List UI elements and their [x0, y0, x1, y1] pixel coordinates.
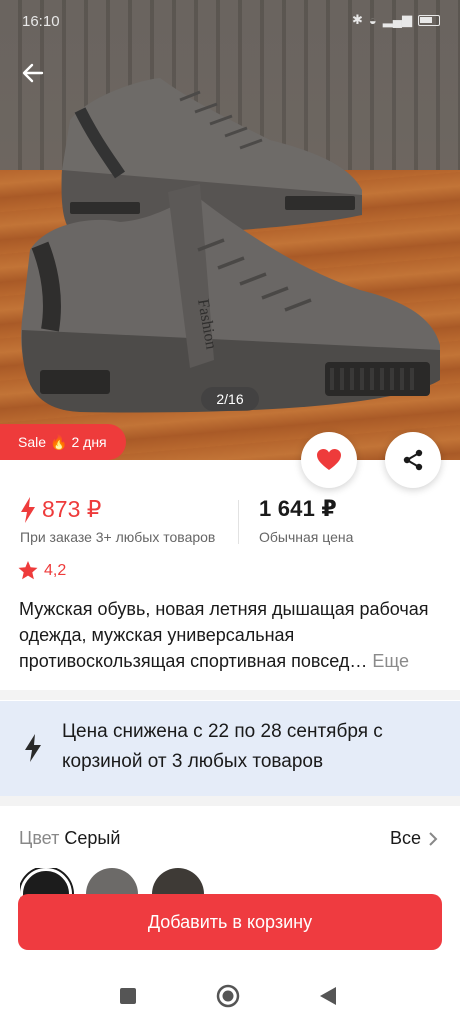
image-pager: 2/16	[201, 387, 259, 411]
bulk-price-caption: При заказе 3+ любых товаров	[20, 529, 216, 545]
promo-text: Цена снижена с 22 по 28 сентября с корзи…	[62, 721, 383, 772]
battery-icon	[418, 14, 440, 26]
fire-icon: 🔥	[50, 433, 68, 450]
add-to-cart-button[interactable]: Добавить в корзину	[18, 894, 442, 950]
sale-badge: Sale 🔥 2 дня	[0, 424, 126, 460]
status-bar: 16:10 ✱ ◒ ▂▄▆	[0, 0, 460, 44]
all-colors-link[interactable]: Все	[390, 828, 438, 849]
section-divider	[0, 690, 460, 700]
status-time: 16:10	[22, 13, 60, 30]
selected-color: Серый	[64, 828, 121, 848]
nav-square-icon	[120, 988, 136, 1004]
heart-icon	[317, 449, 341, 470]
nav-back-button[interactable]	[316, 984, 340, 1008]
color-label: Цвет Серый	[19, 828, 120, 849]
bluetooth-icon: ✱	[352, 12, 363, 27]
regular-price-block: 1 641 ₽ Обычная цена	[259, 496, 353, 545]
color-selector-header: Цвет Серый Все	[0, 822, 460, 852]
sale-duration: 2 дня	[71, 434, 107, 450]
sale-label: Sale	[18, 434, 47, 450]
rating[interactable]: 4,2	[18, 561, 66, 580]
share-icon	[403, 449, 423, 471]
star-icon	[18, 561, 38, 580]
regular-price-caption: Обычная цена	[259, 529, 354, 545]
system-nav-bar	[0, 968, 460, 1024]
color-label-text: Цвет	[19, 828, 60, 848]
nav-recents-button[interactable]	[116, 984, 140, 1008]
product-title-text: Мужская обувь, новая летняя дышащая рабо…	[19, 599, 429, 671]
price-section: 873 ₽ При заказе 3+ любых товаров 1 641 …	[0, 496, 460, 550]
bulk-price-block: 873 ₽ При заказе 3+ любых товаров	[20, 496, 215, 545]
wifi-icon: ◒	[368, 12, 377, 28]
price-divider	[238, 500, 239, 544]
bulk-price: 873 ₽	[42, 496, 102, 522]
product-title[interactable]: Мужская обувь, новая летняя дышащая рабо…	[19, 596, 439, 674]
lightning-icon	[25, 734, 41, 762]
nav-back-icon	[320, 987, 336, 1005]
back-arrow-icon	[22, 63, 44, 83]
status-icons: ✱ ◒ ▂▄▆	[352, 12, 440, 28]
all-colors-label: Все	[389, 828, 421, 848]
show-more-link[interactable]: Еще	[372, 651, 409, 671]
back-button[interactable]	[16, 56, 50, 90]
favorite-button[interactable]	[301, 432, 357, 488]
product-image-gallery[interactable]: Fashion 16:10 ✱ ◒ ▂▄▆ 2/16 Sale 🔥 2 дня	[0, 0, 460, 460]
signal-icon: ▂▄▆	[382, 12, 412, 27]
nav-home-icon	[216, 984, 240, 1008]
rating-value: 4,2	[44, 561, 67, 579]
chevron-right-icon	[429, 831, 438, 846]
regular-price: 1 641 ₽	[259, 496, 337, 521]
promo-banner: Цена снижена с 22 по 28 сентября с корзи…	[0, 701, 460, 796]
nav-home-button[interactable]	[216, 984, 240, 1008]
section-divider	[0, 796, 460, 806]
share-button[interactable]	[385, 432, 441, 488]
lightning-icon	[21, 496, 35, 523]
